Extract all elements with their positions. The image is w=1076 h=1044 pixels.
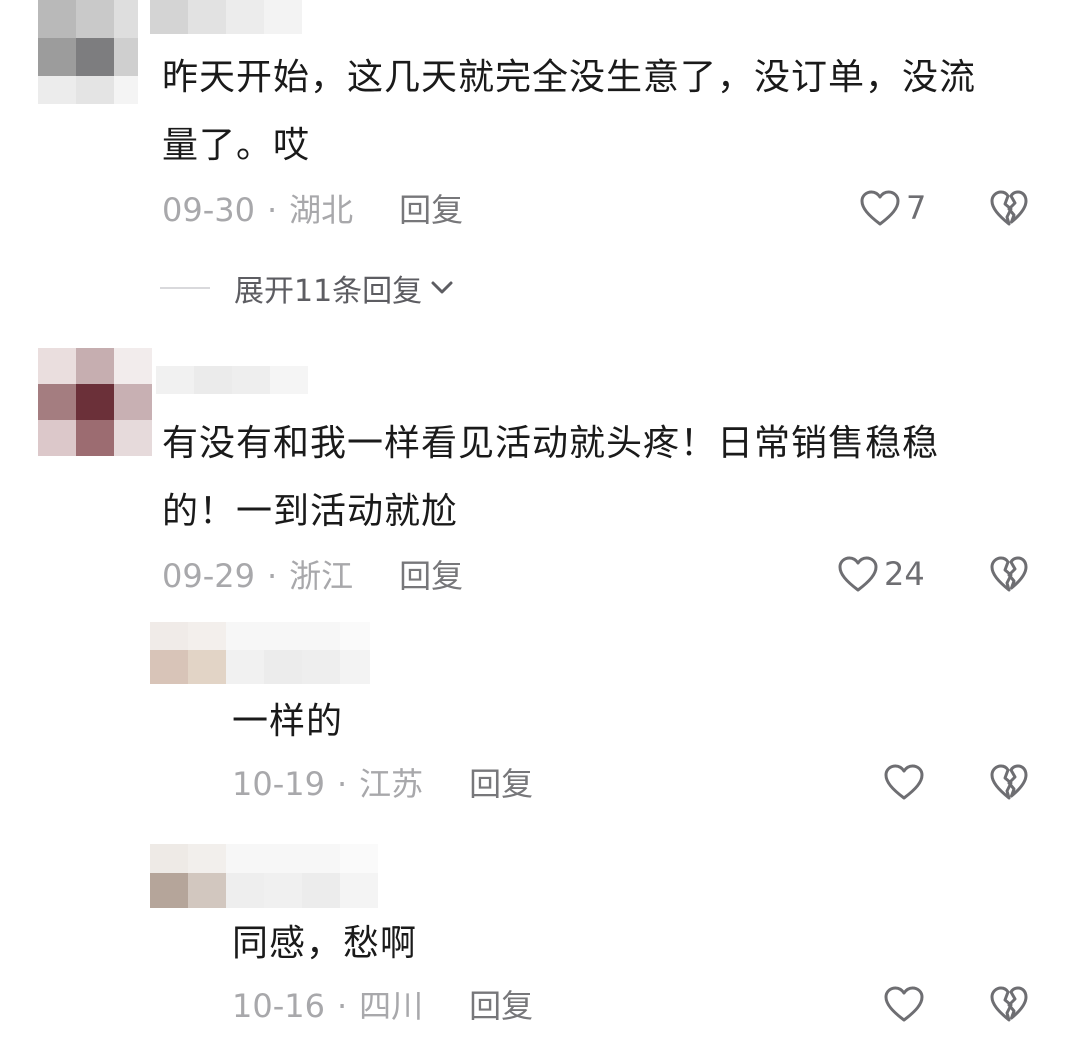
comment-meta: 09-30 · 湖北 回复 — [162, 190, 463, 230]
like-button[interactable]: 24 — [836, 554, 925, 594]
dislike-button[interactable] — [988, 762, 1030, 802]
reply-date: 10-16 — [232, 987, 325, 1025]
comment-text: 有没有和我一样看见活动就头疼！日常销售稳稳 的！一到活动就尬 — [162, 423, 940, 532]
reply-button[interactable]: 回复 — [399, 190, 463, 230]
reply-avatar-username-blurred[interactable] — [150, 844, 378, 908]
reply-location: 四川 — [359, 987, 424, 1025]
comment-meta: 09-29 · 浙江 回复 — [162, 556, 463, 596]
reply-button[interactable]: 回复 — [469, 986, 533, 1026]
separator: · — [266, 557, 278, 595]
comment-date: 09-29 — [162, 557, 255, 595]
reply-location: 江苏 — [359, 765, 424, 803]
like-button[interactable]: 7 — [858, 188, 926, 228]
like-button[interactable] — [882, 984, 926, 1024]
chevron-down-icon — [431, 281, 453, 294]
avatar[interactable] — [38, 348, 152, 456]
comment-location: 浙江 — [289, 557, 354, 595]
broken-heart-icon — [990, 986, 1028, 1022]
like-count: 24 — [884, 555, 925, 593]
reply-date: 10-19 — [232, 765, 325, 803]
comment-date: 09-30 — [162, 191, 255, 229]
reply-text: 同感，愁啊 — [232, 923, 418, 964]
heart-outline-icon — [884, 986, 924, 1022]
like-count: 7 — [906, 189, 927, 227]
separator: · — [336, 765, 348, 803]
broken-heart-icon — [990, 556, 1028, 592]
like-button[interactable] — [882, 762, 926, 802]
reply-button[interactable]: 回复 — [399, 556, 463, 596]
dislike-button[interactable] — [988, 984, 1030, 1024]
divider-line — [160, 287, 210, 289]
reply-avatar-username-blurred[interactable] — [150, 622, 370, 684]
avatar[interactable] — [38, 0, 138, 104]
separator: · — [336, 987, 348, 1025]
reply-text: 一样的 — [232, 701, 344, 742]
comment-location: 湖北 — [289, 191, 354, 229]
heart-outline-icon — [860, 190, 900, 226]
broken-heart-icon — [990, 190, 1028, 226]
reply-meta: 10-19 · 江苏 回复 — [232, 764, 533, 804]
username-blurred[interactable] — [156, 366, 308, 394]
heart-outline-icon — [838, 556, 878, 592]
reply-button[interactable]: 回复 — [469, 764, 533, 804]
separator: · — [266, 191, 278, 229]
expand-replies-button[interactable]: 展开11条回复 — [160, 266, 454, 310]
dislike-button[interactable] — [988, 188, 1030, 228]
reply-meta: 10-16 · 四川 回复 — [232, 986, 533, 1026]
broken-heart-icon — [990, 764, 1028, 800]
expand-replies-label: 展开11条回复 — [234, 274, 423, 309]
username-blurred[interactable] — [150, 0, 302, 34]
comment-text: 昨天开始，这几天就完全没生意了，没订单，没流 量了。哎 — [162, 57, 977, 166]
dislike-button[interactable] — [988, 554, 1030, 594]
heart-outline-icon — [884, 764, 924, 800]
